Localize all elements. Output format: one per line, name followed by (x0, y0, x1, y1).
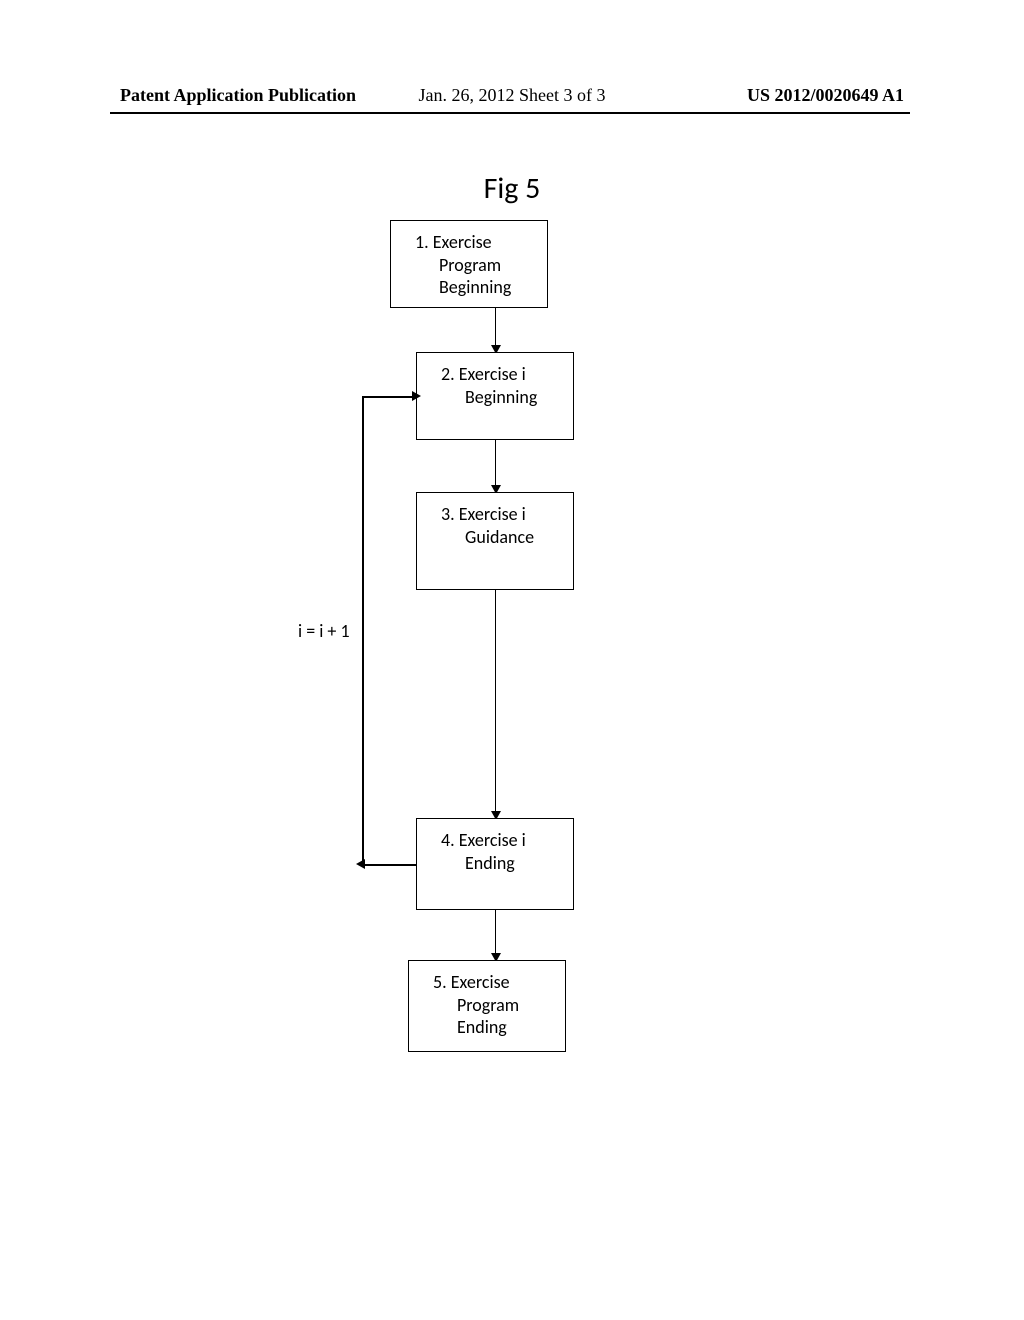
page-header: Patent Application Publication Jan. 26, … (0, 85, 1024, 106)
box-3-exercise-i-guidance: 3. Exercise i Guidance (416, 492, 574, 590)
box-line: Ending (433, 1016, 553, 1039)
box-line: Program (415, 254, 535, 277)
box-line: Ending (441, 852, 561, 875)
arrow-2-to-3 (495, 440, 496, 492)
box-line: Program (433, 994, 553, 1017)
box-title: Exercise (451, 971, 510, 993)
arrow-3-to-4 (495, 590, 496, 818)
loop-label: i = i + 1 (298, 620, 350, 642)
box-number: 4. (441, 829, 455, 851)
figure-title: Fig 5 (0, 170, 1024, 207)
arrow-4-to-5 (495, 910, 496, 960)
loop-segment-h1 (362, 864, 416, 866)
box-number: 5. (433, 971, 447, 993)
box-2-exercise-i-beginning: 2. Exercise i Beginning (416, 352, 574, 440)
box-number: 3. (441, 503, 455, 525)
arrow-1-to-2 (495, 308, 496, 352)
box-line: Beginning (441, 386, 561, 409)
loop-segment-h2 (362, 396, 416, 398)
box-line: Beginning (415, 276, 535, 299)
loop-arrowhead-left (356, 859, 365, 869)
loop-arrowhead-right (412, 391, 421, 401)
box-title: Exercise (433, 231, 492, 253)
box-line: Guidance (441, 526, 561, 549)
box-1-exercise-program-beginning: 1. Exercise Program Beginning (390, 220, 548, 308)
flowchart: 1. Exercise Program Beginning 2. Exercis… (330, 220, 730, 1100)
header-center: Jan. 26, 2012 Sheet 3 of 3 (0, 85, 1024, 106)
box-4-exercise-i-ending: 4. Exercise i Ending (416, 818, 574, 910)
box-number: 2. (441, 363, 455, 385)
box-title: Exercise i (459, 829, 526, 851)
box-title: Exercise i (459, 363, 526, 385)
header-rule (110, 112, 910, 114)
loop-segment-v1 (362, 396, 364, 865)
box-title: Exercise i (459, 503, 526, 525)
box-number: 1. (415, 231, 429, 253)
box-5-exercise-program-ending: 5. Exercise Program Ending (408, 960, 566, 1052)
